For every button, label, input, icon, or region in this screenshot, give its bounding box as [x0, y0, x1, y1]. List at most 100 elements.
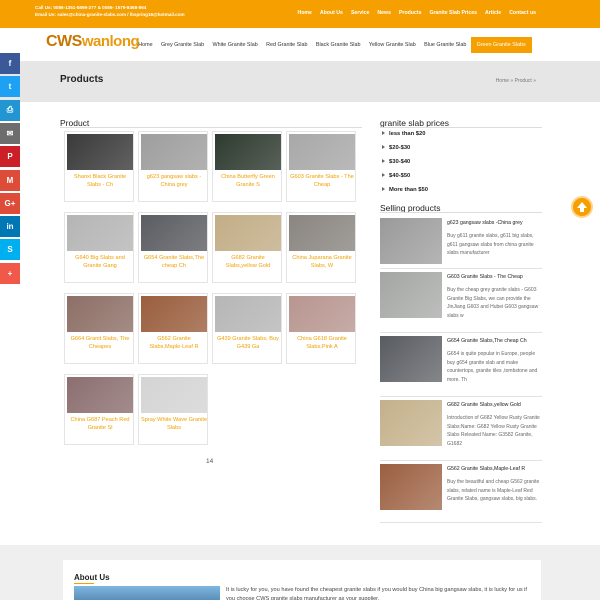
- price-item-20-30[interactable]: $20-$30: [382, 145, 410, 151]
- product-tile[interactable]: g623 gangsaw slabs -China grey: [138, 131, 208, 202]
- selling-thumbnail[interactable]: [380, 272, 442, 318]
- selling-divider: [380, 522, 542, 523]
- selling-item[interactable]: G682 Granite Slabs,yellow Gold Introducti…: [380, 400, 542, 464]
- product-tile[interactable]: G682 Granite Slabs,yellow Gold: [212, 212, 282, 283]
- selling-title[interactable]: G682 Granite Slabs,yellow Gold: [447, 402, 521, 408]
- product-title[interactable]: G664 Granit Slabs, The Cheapes: [67, 336, 133, 358]
- nav-home[interactable]: Home: [134, 37, 157, 53]
- selling-thumbnail[interactable]: [380, 218, 442, 264]
- product-title[interactable]: G439 Granite Slabs, Buy G439 Ga: [215, 336, 281, 358]
- product-tile[interactable]: China G618 Granite Slabs,Pink A: [286, 293, 356, 364]
- selling-thumbnail[interactable]: [380, 400, 442, 446]
- selling-heading-divider: [380, 212, 542, 213]
- product-title[interactable]: China G687 Peach Red Granite Sl: [67, 417, 133, 439]
- product-image[interactable]: [67, 215, 133, 251]
- product-title[interactable]: Shanxi Black Granite Slabs - Ch: [67, 174, 133, 196]
- price-item-over-50[interactable]: More than $50: [382, 187, 428, 193]
- nav-blue-granite[interactable]: Blue Granite Slab: [420, 37, 471, 53]
- product-title[interactable]: China Juparana Granite Slabs, W: [289, 255, 355, 277]
- product-tile[interactable]: China G687 Peach Red Granite Sl: [64, 374, 134, 445]
- product-image[interactable]: [67, 296, 133, 332]
- product-title[interactable]: G682 Granite Slabs,yellow Gold: [215, 255, 281, 277]
- site-logo[interactable]: CWSwanlong: [46, 33, 140, 51]
- topnav-prices[interactable]: Granite Slab Prices: [429, 10, 477, 16]
- topnav-about[interactable]: About Us: [320, 10, 343, 16]
- product-image[interactable]: [67, 134, 133, 170]
- breadcrumb[interactable]: Home » Product »: [496, 78, 536, 84]
- nav-green-granite[interactable]: Green Granite Slabs: [470, 37, 532, 53]
- price-item-under-20[interactable]: less than $20: [382, 131, 425, 137]
- product-tile[interactable]: China Butterfly Green Granite S: [212, 131, 282, 202]
- selling-item[interactable]: G562 Granite Slabs,Maple-Leaf R Buy the b…: [380, 464, 542, 524]
- topnav-products[interactable]: Products: [399, 10, 421, 16]
- product-image[interactable]: [215, 134, 281, 170]
- product-tile[interactable]: G640 Big Slabs and Granite Gang: [64, 212, 134, 283]
- product-tile[interactable]: Spray White Wave Granite Slabs: [138, 374, 208, 445]
- more-share-icon[interactable]: +: [0, 262, 20, 284]
- bullet-arrow-icon: [382, 187, 385, 192]
- topnav-home[interactable]: Home: [297, 10, 311, 16]
- selling-thumbnail[interactable]: [380, 464, 442, 510]
- product-tile[interactable]: G439 Granite Slabs, Buy G439 Ga: [212, 293, 282, 364]
- product-image[interactable]: [141, 377, 207, 413]
- product-title[interactable]: G654 Granite Slabs,The cheap Ch: [141, 255, 207, 277]
- pinterest-icon[interactable]: P: [0, 146, 20, 168]
- price-item-30-40[interactable]: $30-$40: [382, 159, 410, 165]
- topnav-article[interactable]: Article: [485, 10, 501, 16]
- product-tile[interactable]: G664 Granit Slabs, The Cheapes: [64, 293, 134, 364]
- selling-item[interactable]: g623 gangsaw slabs -China grey Buy g611 g…: [380, 218, 542, 272]
- product-image[interactable]: [67, 377, 133, 413]
- google-plus-icon[interactable]: G+: [0, 192, 20, 214]
- product-tile[interactable]: G654 Granite Slabs,The cheap Ch: [138, 212, 208, 283]
- selling-title[interactable]: g623 gangsaw slabs -China grey: [447, 220, 523, 226]
- product-title[interactable]: China G618 Granite Slabs,Pink A: [289, 336, 355, 358]
- topnav-service[interactable]: Service: [351, 10, 369, 16]
- product-title[interactable]: Spray White Wave Granite Slabs: [141, 417, 207, 439]
- email-text[interactable]: Email Us: sales@china-granite-slabs.com …: [35, 11, 185, 18]
- back-to-top-button[interactable]: [571, 196, 593, 218]
- selling-item[interactable]: G603 Granite Slabs - The Cheap Buy the ch…: [380, 272, 542, 336]
- product-image[interactable]: [215, 215, 281, 251]
- product-image[interactable]: [289, 215, 355, 251]
- product-tile[interactable]: G562 Granite Slabs,Maple-Leaf R: [138, 293, 208, 364]
- nav-grey-granite[interactable]: Grey Granite Slab: [157, 37, 209, 53]
- product-title[interactable]: g623 gangsaw slabs -China grey: [141, 174, 207, 196]
- nav-red-granite[interactable]: Red Granite Slab: [262, 37, 312, 53]
- product-image[interactable]: [289, 134, 355, 170]
- product-image[interactable]: [289, 296, 355, 332]
- nav-white-granite[interactable]: White Granite Slab: [208, 37, 262, 53]
- bullet-arrow-icon: [382, 173, 385, 178]
- selling-title[interactable]: G562 Granite Slabs,Maple-Leaf R: [447, 466, 525, 472]
- product-tile[interactable]: G603 Granite Slabs - The Cheap: [286, 131, 356, 202]
- page-title: Products: [60, 74, 104, 85]
- nav-black-granite[interactable]: Black Granite Slab: [312, 37, 365, 53]
- selling-title[interactable]: G654 Granite Slabs,The cheap Ch: [447, 338, 527, 344]
- topnav-news[interactable]: News: [377, 10, 391, 16]
- linkedin-icon[interactable]: in: [0, 216, 20, 238]
- product-image[interactable]: [141, 134, 207, 170]
- gmail-icon[interactable]: M: [0, 169, 20, 191]
- product-image[interactable]: [215, 296, 281, 332]
- pagination[interactable]: 14: [206, 458, 213, 465]
- selling-divider: [380, 460, 542, 461]
- product-title[interactable]: China Butterfly Green Granite S: [215, 174, 281, 196]
- price-item-40-50[interactable]: $40-$50: [382, 173, 410, 179]
- product-image[interactable]: [141, 215, 207, 251]
- product-tile[interactable]: Shanxi Black Granite Slabs - Ch: [64, 131, 134, 202]
- product-title[interactable]: G562 Granite Slabs,Maple-Leaf R: [141, 336, 207, 358]
- selling-thumbnail[interactable]: [380, 336, 442, 382]
- selling-title[interactable]: G603 Granite Slabs - The Cheap: [447, 274, 523, 280]
- twitter-icon[interactable]: t: [0, 76, 20, 98]
- logo-text: wanlong: [81, 33, 140, 50]
- selling-item[interactable]: G654 Granite Slabs,The cheap Ch G654 is q…: [380, 336, 542, 400]
- nav-yellow-granite[interactable]: Yellow Granite Slab: [365, 37, 420, 53]
- skype-icon[interactable]: S: [0, 239, 20, 261]
- email-icon[interactable]: ✉: [0, 122, 20, 144]
- product-image[interactable]: [141, 296, 207, 332]
- facebook-icon[interactable]: f: [0, 53, 20, 74]
- product-title[interactable]: G640 Big Slabs and Granite Gang: [67, 255, 133, 277]
- topnav-contact[interactable]: Contact us: [509, 10, 536, 16]
- product-tile[interactable]: China Juparana Granite Slabs, W: [286, 212, 356, 283]
- print-icon[interactable]: ⎙: [0, 99, 20, 121]
- product-title[interactable]: G603 Granite Slabs - The Cheap: [289, 174, 355, 196]
